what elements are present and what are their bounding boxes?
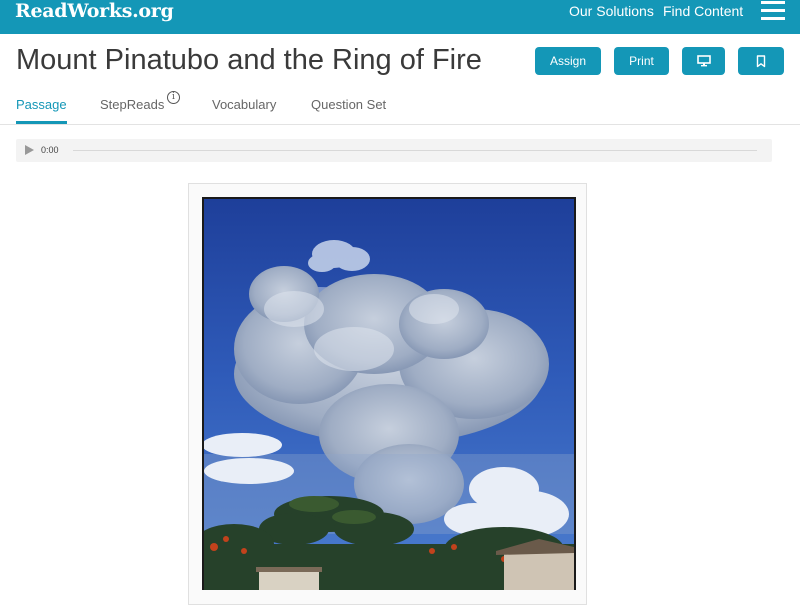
assign-button[interactable]: Assign — [535, 47, 601, 75]
present-button[interactable] — [682, 47, 725, 75]
page-title: Mount Pinatubo and the Ring of Fire — [16, 44, 482, 76]
top-bar: ReadWorks.org Our Solutions Find Content — [0, 0, 800, 34]
tab-question-set[interactable]: Question Set — [311, 97, 386, 113]
bookmark-button[interactable] — [738, 47, 784, 75]
tab-passage[interactable]: Passage — [16, 97, 67, 113]
audio-progress-bar[interactable] — [73, 150, 757, 151]
hamburger-icon[interactable] — [761, 1, 785, 20]
monitor-icon — [696, 55, 711, 67]
bookmark-icon — [756, 54, 766, 67]
tab-vocabulary[interactable]: Vocabulary — [212, 97, 276, 113]
print-button[interactable]: Print — [614, 47, 669, 75]
nav-our-solutions[interactable]: Our Solutions — [569, 3, 654, 19]
play-icon[interactable] — [25, 145, 34, 155]
audio-time: 0:00 — [41, 145, 59, 155]
nav-find-content[interactable]: Find Content — [663, 3, 743, 19]
eruption-photo — [202, 197, 576, 590]
tab-stepreads[interactable]: StepReads — [100, 97, 164, 113]
readworks-logo[interactable]: ReadWorks.org — [15, 0, 174, 22]
info-icon[interactable]: i — [167, 91, 180, 104]
audio-player: 0:00 — [16, 139, 772, 162]
tabs-divider — [0, 124, 800, 125]
